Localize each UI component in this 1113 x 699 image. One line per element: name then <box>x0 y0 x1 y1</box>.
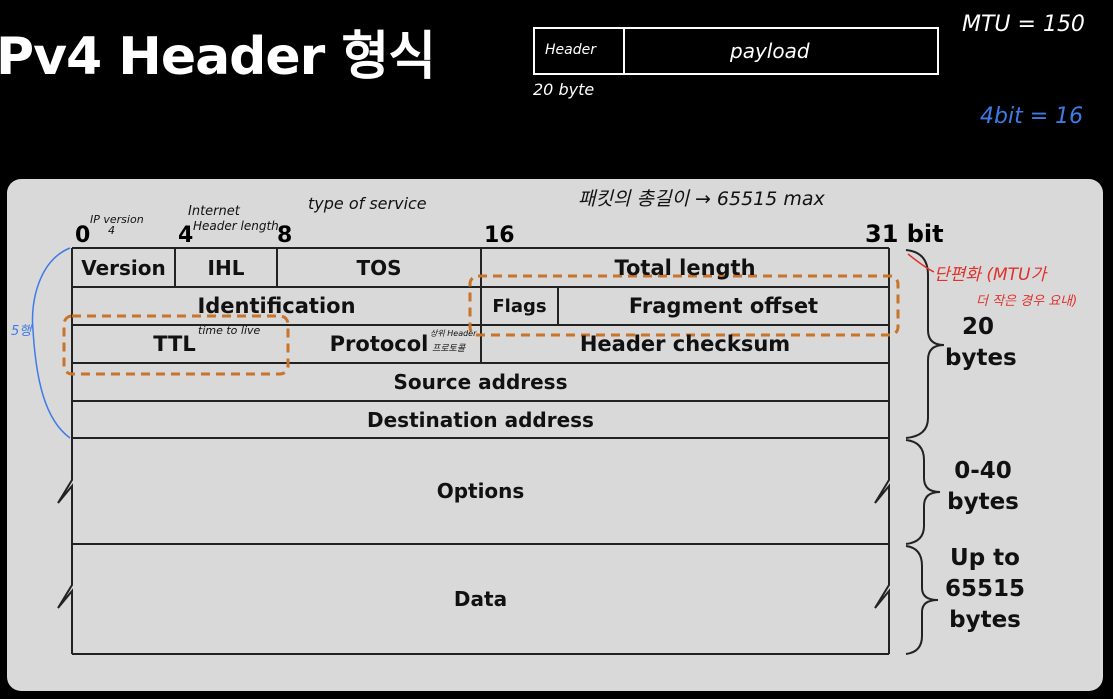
rows-note: 5행 <box>11 324 32 339</box>
fragment-note-b: 더 작은 경우 요내) <box>976 294 1078 309</box>
field-identification: Identification <box>197 294 356 318</box>
field-total-length: Total length <box>614 255 756 280</box>
field-source-address: Source address <box>393 370 568 394</box>
field-flags: Flags <box>492 295 547 317</box>
header-size-label: 20 bytes <box>945 314 1017 371</box>
protocol-note-b: 프로토콜 <box>432 344 466 354</box>
field-data: Data <box>453 587 508 611</box>
field-header-checksum: Header checksum <box>579 332 791 356</box>
field-fragment-offset: Fragment offset <box>628 294 819 318</box>
field-destination-address: Destination address <box>367 407 594 432</box>
protocol-note-a: 상위 Header <box>430 329 477 338</box>
fragment-note-a: 단편화 (MTU가 <box>934 265 1047 285</box>
options-size-label: 0-40 bytes <box>947 458 1019 515</box>
field-ihl: IHL <box>207 255 245 280</box>
ttl-note: time to live <box>198 324 261 337</box>
field-version: Version <box>81 255 166 280</box>
field-options: Options <box>436 479 525 503</box>
data-size-label: Up to 65515 bytes <box>944 545 1026 633</box>
field-tos: TOS <box>356 255 402 280</box>
